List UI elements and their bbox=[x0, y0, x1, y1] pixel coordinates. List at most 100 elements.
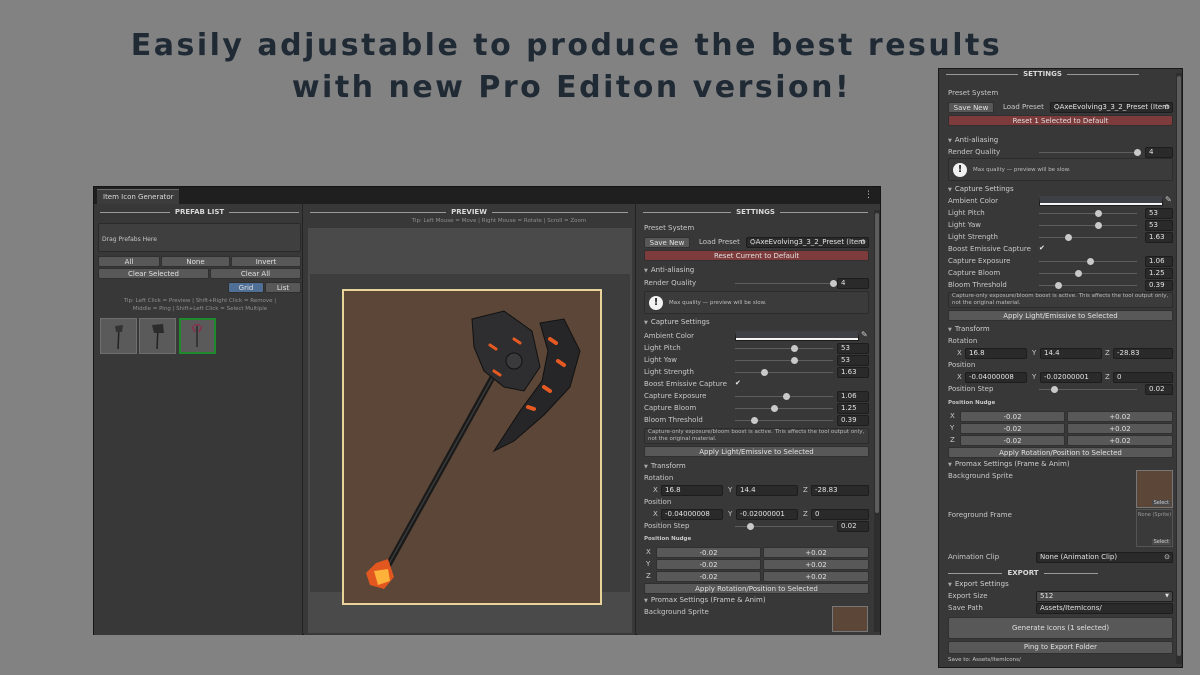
clear-all-button[interactable]: Clear All bbox=[210, 268, 301, 279]
light-pitch-slider[interactable] bbox=[735, 343, 833, 354]
reset-selected-button[interactable]: Reset 1 Selected to Default bbox=[948, 115, 1173, 126]
list-view-toggle[interactable]: List bbox=[265, 282, 301, 293]
settings-scrollbar[interactable] bbox=[874, 210, 880, 632]
capture-bloom-slider[interactable] bbox=[735, 403, 833, 414]
select-all-button[interactable]: All bbox=[98, 256, 160, 267]
save-new-button[interactable]: Save New bbox=[644, 237, 690, 248]
side-nudge-x-plus-button[interactable]: +0.02 bbox=[1067, 411, 1173, 422]
nudge-z-plus-button[interactable]: +0.02 bbox=[763, 571, 869, 582]
side-anti-aliasing-foldout[interactable]: ▼ Anti-aliasing bbox=[948, 136, 998, 144]
bloom-threshold-field[interactable]: 0.39 bbox=[837, 415, 869, 426]
animation-clip-field[interactable]: None (Animation Clip) ⊙ bbox=[1036, 552, 1173, 563]
side-render-quality-slider[interactable] bbox=[1039, 147, 1141, 158]
eyedropper-icon[interactable]: ✎ bbox=[861, 330, 868, 339]
rotation-x-field[interactable]: 16.8 bbox=[661, 485, 723, 496]
preset-object-field[interactable]: ⛭AxeEvolving3_3_2_Preset (Item ⊙ bbox=[746, 237, 869, 248]
drop-zone[interactable]: Drag Prefabs Here bbox=[98, 223, 301, 252]
capture-bloom-field[interactable]: 1.25 bbox=[837, 403, 869, 414]
capture-exposure-field[interactable]: 1.06 bbox=[837, 391, 869, 402]
side-capture-exposure-field[interactable]: 1.06 bbox=[1145, 256, 1173, 267]
eyedropper-icon[interactable]: ✎ bbox=[1165, 195, 1172, 204]
side-scrollbar[interactable] bbox=[1176, 73, 1182, 664]
side-nudge-y-plus-button[interactable]: +0.02 bbox=[1067, 423, 1173, 434]
scrollbar-thumb[interactable] bbox=[1177, 76, 1181, 656]
side-capture-exposure-slider[interactable] bbox=[1039, 256, 1137, 267]
select-none-button[interactable]: None bbox=[161, 256, 230, 267]
clear-selected-button[interactable]: Clear Selected bbox=[98, 268, 209, 279]
tab-item-icon-generator[interactable]: Item Icon Generator bbox=[97, 189, 179, 204]
reset-current-button[interactable]: Reset Current to Default bbox=[644, 250, 869, 261]
kebab-menu-icon[interactable]: ⋮ bbox=[864, 190, 873, 200]
side-nudge-x-minus-button[interactable]: -0.02 bbox=[960, 411, 1065, 422]
side-bloom-threshold-slider[interactable] bbox=[1039, 280, 1137, 291]
nudge-y-minus-button[interactable]: -0.02 bbox=[656, 559, 761, 570]
prefab-thumbnail[interactable] bbox=[139, 318, 176, 354]
render-quality-field[interactable]: 4 bbox=[837, 278, 869, 289]
side-render-quality-field[interactable]: 4 bbox=[1145, 147, 1173, 158]
position-step-field[interactable]: 0.02 bbox=[837, 521, 869, 532]
transform-foldout[interactable]: ▼ Transform bbox=[644, 462, 686, 470]
anti-aliasing-foldout[interactable]: ▼ Anti-aliasing bbox=[644, 266, 694, 274]
side-save-new-button[interactable]: Save New bbox=[948, 102, 994, 113]
nudge-x-minus-button[interactable]: -0.02 bbox=[656, 547, 761, 558]
side-rotation-z-field[interactable]: -28.83 bbox=[1113, 348, 1173, 359]
side-position-z-field[interactable]: 0 bbox=[1113, 372, 1173, 383]
select-sprite-button[interactable]: Select bbox=[1151, 500, 1171, 506]
foreground-frame-field[interactable]: None (Sprite) Select bbox=[1136, 509, 1173, 547]
light-strength-slider[interactable] bbox=[735, 367, 833, 378]
side-ambient-color-swatch[interactable] bbox=[1039, 196, 1163, 206]
capture-exposure-slider[interactable] bbox=[735, 391, 833, 402]
side-light-strength-field[interactable]: 1.63 bbox=[1145, 232, 1173, 243]
side-transform-foldout[interactable]: ▼ Transform bbox=[948, 325, 990, 333]
side-light-yaw-slider[interactable] bbox=[1039, 220, 1137, 231]
invert-selection-button[interactable]: Invert bbox=[231, 256, 301, 267]
side-apply-light-button[interactable]: Apply Light/Emissive to Selected bbox=[948, 310, 1173, 321]
side-background-sprite-field[interactable]: Select bbox=[1136, 470, 1173, 508]
side-nudge-y-minus-button[interactable]: -0.02 bbox=[960, 423, 1065, 434]
grid-view-toggle[interactable]: Grid bbox=[228, 282, 264, 293]
preview-viewport[interactable] bbox=[308, 228, 632, 633]
promax-settings-foldout[interactable]: ▼ Promax Settings (Frame & Anim) bbox=[644, 596, 766, 604]
nudge-y-plus-button[interactable]: +0.02 bbox=[763, 559, 869, 570]
rotation-y-field[interactable]: 14.4 bbox=[736, 485, 798, 496]
prefab-thumbnail[interactable] bbox=[100, 318, 137, 354]
position-z-field[interactable]: 0 bbox=[811, 509, 869, 520]
light-yaw-slider[interactable] bbox=[735, 355, 833, 366]
light-pitch-field[interactable]: 53 bbox=[837, 343, 869, 354]
side-capture-settings-foldout[interactable]: ▼ Capture Settings bbox=[948, 185, 1014, 193]
side-light-yaw-field[interactable]: 53 bbox=[1145, 220, 1173, 231]
export-settings-foldout[interactable]: ▼ Export Settings bbox=[948, 580, 1009, 588]
rotation-z-field[interactable]: -28.83 bbox=[811, 485, 869, 496]
background-sprite-field[interactable] bbox=[832, 606, 868, 632]
save-path-field[interactable]: Assets/ItemIcons/ bbox=[1036, 603, 1173, 614]
generate-icons-button[interactable]: Generate Icons (1 selected) bbox=[948, 617, 1173, 639]
side-light-strength-slider[interactable] bbox=[1039, 232, 1137, 243]
apply-rotation-position-button[interactable]: Apply Rotation/Position to Selected bbox=[644, 583, 869, 594]
side-capture-bloom-field[interactable]: 1.25 bbox=[1145, 268, 1173, 279]
render-quality-slider[interactable] bbox=[735, 278, 837, 289]
side-light-pitch-field[interactable]: 53 bbox=[1145, 208, 1173, 219]
boost-emissive-checkbox[interactable]: ✔ bbox=[735, 379, 744, 388]
prefab-thumbnail-selected[interactable] bbox=[179, 318, 216, 354]
side-bloom-threshold-field[interactable]: 0.39 bbox=[1145, 280, 1173, 291]
side-rotation-y-field[interactable]: 14.4 bbox=[1040, 348, 1102, 359]
light-yaw-field[interactable]: 53 bbox=[837, 355, 869, 366]
side-capture-bloom-slider[interactable] bbox=[1039, 268, 1137, 279]
export-size-dropdown[interactable]: 512 ▼ bbox=[1036, 591, 1173, 602]
object-picker-icon[interactable]: ⊙ bbox=[1164, 553, 1170, 562]
side-boost-emissive-checkbox[interactable]: ✔ bbox=[1039, 244, 1048, 253]
side-preset-object-field[interactable]: ⛭AxeEvolving3_3_2_Preset (Item ⊙ bbox=[1050, 102, 1173, 113]
side-position-y-field[interactable]: -0.02000001 bbox=[1040, 372, 1102, 383]
capture-settings-foldout[interactable]: ▼ Capture Settings bbox=[644, 318, 710, 326]
scrollbar-thumb[interactable] bbox=[875, 213, 879, 513]
position-step-slider[interactable] bbox=[735, 521, 833, 532]
side-position-step-slider[interactable] bbox=[1039, 384, 1137, 395]
select-sprite-button[interactable]: Select bbox=[1151, 539, 1171, 545]
side-light-pitch-slider[interactable] bbox=[1039, 208, 1137, 219]
side-promax-settings-foldout[interactable]: ▼ Promax Settings (Frame & Anim) bbox=[948, 460, 1070, 468]
nudge-x-plus-button[interactable]: +0.02 bbox=[763, 547, 869, 558]
object-picker-icon[interactable]: ⊙ bbox=[860, 238, 866, 247]
ambient-color-swatch[interactable] bbox=[735, 331, 859, 341]
position-x-field[interactable]: -0.04000008 bbox=[661, 509, 723, 520]
side-apply-rotation-position-button[interactable]: Apply Rotation/Position to Selected bbox=[948, 447, 1173, 458]
